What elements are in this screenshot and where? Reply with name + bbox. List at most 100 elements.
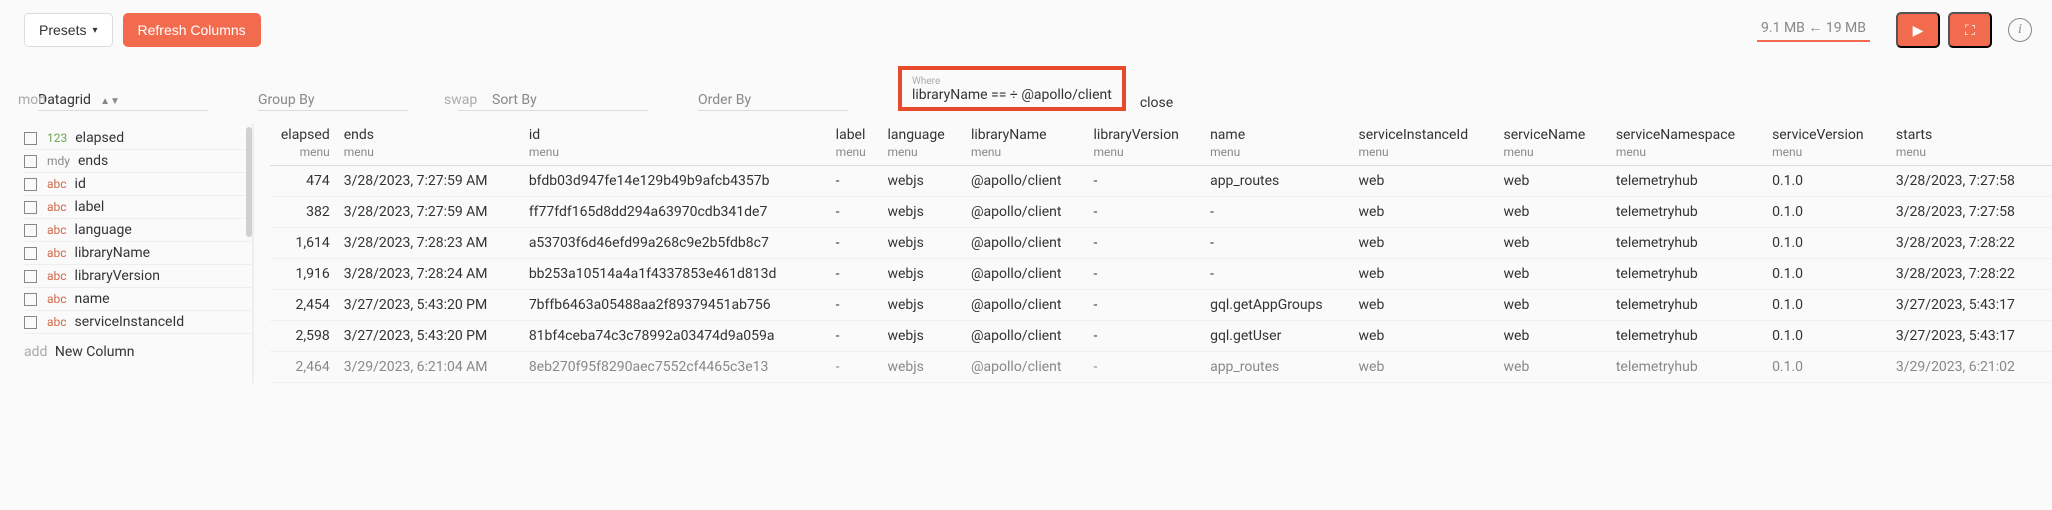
col-header-label: starts (1896, 127, 1932, 143)
col-header-label[interactable]: labelmenu (836, 123, 888, 166)
type-tag: 123 (47, 131, 67, 145)
col-header-language[interactable]: languagemenu (887, 123, 971, 166)
col-header-menu[interactable]: menu (1772, 143, 1882, 165)
add-ghost-label: add (24, 344, 47, 360)
col-header-menu[interactable]: menu (1359, 143, 1490, 165)
cell-language: webjs (887, 352, 971, 383)
col-header-name[interactable]: namemenu (1210, 123, 1358, 166)
cell-id: bfdb03d947fe14e129b49b9afcb4357b (529, 166, 836, 197)
cell-elapsed: 2,454 (270, 290, 344, 321)
column-picker-sidebar: 123elapsedmdyendsabcidabclabelabclanguag… (24, 123, 254, 383)
col-header-menu[interactable]: menu (971, 143, 1080, 165)
col-header-menu[interactable]: menu (1504, 143, 1602, 165)
order-by-input[interactable]: Order By (698, 92, 848, 111)
type-tag: abc (47, 315, 67, 329)
sidebar-item-id[interactable]: abcid (24, 173, 252, 196)
sidebar-item-libraryName[interactable]: abclibraryName (24, 242, 252, 265)
col-header-label: id (529, 127, 540, 143)
checkbox-icon[interactable] (24, 293, 37, 306)
col-header-elapsed[interactable]: elapsedmenu (270, 123, 344, 166)
cell-serviceVersion: 0.1.0 (1772, 321, 1896, 352)
checkbox-icon[interactable] (24, 155, 37, 168)
checkbox-icon[interactable] (24, 132, 37, 145)
cell-label: - (836, 166, 888, 197)
checkbox-icon[interactable] (24, 316, 37, 329)
info-icon[interactable]: i (2008, 18, 2032, 42)
sidebar-item-label: language (75, 222, 132, 238)
sidebar-item-name[interactable]: abcname (24, 288, 252, 311)
checkbox-icon[interactable] (24, 224, 37, 237)
table-row[interactable]: 2,4543/27/2023, 5:43:20 PM7bffb6463a0548… (270, 290, 2052, 321)
cell-serviceName: web (1504, 197, 1616, 228)
cell-ends: 3/28/2023, 7:28:23 AM (344, 228, 529, 259)
table-row[interactable]: 1,9163/28/2023, 7:28:24 AMbb253a10514a4a… (270, 259, 2052, 290)
play-button[interactable]: ▶ (1896, 12, 1940, 48)
refresh-columns-button[interactable]: Refresh Columns (123, 13, 261, 47)
sidebar-item-ends[interactable]: mdyends (24, 150, 252, 173)
type-tag: abc (47, 292, 67, 306)
expand-button[interactable]: ⛶ (1948, 12, 1992, 48)
col-header-label: libraryVersion (1094, 127, 1179, 143)
table-row[interactable]: 2,5983/27/2023, 5:43:20 PM81bf4ceba74c3c… (270, 321, 2052, 352)
where-filter[interactable]: Where libraryName == ÷ @apollo/client (898, 66, 1126, 111)
caret-down-icon: ▾ (92, 25, 97, 36)
col-header-libraryVersion[interactable]: libraryVersionmenu (1094, 123, 1211, 166)
col-header-libraryName[interactable]: libraryNamemenu (971, 123, 1094, 166)
checkbox-icon[interactable] (24, 247, 37, 260)
col-header-serviceInstanceId[interactable]: serviceInstanceIdmenu (1359, 123, 1504, 166)
col-header-id[interactable]: idmenu (529, 123, 836, 166)
add-column-button[interactable]: add New Column (24, 334, 252, 360)
cell-ends: 3/27/2023, 5:43:20 PM (344, 321, 529, 352)
table-row[interactable]: 1,6143/28/2023, 7:28:23 AMa53703f6d46efd… (270, 228, 2052, 259)
sidebar-item-label: libraryVersion (75, 268, 160, 284)
col-header-menu[interactable]: menu (1210, 143, 1344, 165)
table-row[interactable]: 2,4643/29/2023, 6:21:04 AM8eb270f95f8290… (270, 352, 2052, 383)
close-filter-button[interactable]: close (1140, 95, 1173, 111)
sidebar-item-label: elapsed (75, 130, 124, 146)
sidebar-item-elapsed[interactable]: 123 elapsed (24, 127, 252, 150)
presets-button[interactable]: Presets ▾ (24, 13, 113, 47)
sidebar-item-language[interactable]: abclanguage (24, 219, 252, 242)
col-header-menu[interactable]: menu (344, 143, 515, 165)
sidebar-item-label: serviceInstanceId (75, 314, 185, 330)
col-header-menu[interactable]: menu (1094, 143, 1197, 165)
checkbox-icon[interactable] (24, 201, 37, 214)
col-header-ends[interactable]: endsmenu (344, 123, 529, 166)
col-header-serviceVersion[interactable]: serviceVersionmenu (1772, 123, 1896, 166)
datagrid-select[interactable]: mon Datagrid ▲▼ (38, 92, 208, 111)
col-header-menu[interactable]: menu (1896, 143, 2038, 165)
presets-label: Presets (39, 22, 86, 38)
col-header-menu[interactable]: menu (270, 143, 330, 165)
col-header-starts[interactable]: startsmenu (1896, 123, 2052, 166)
cell-id: a53703f6d46efd99a268c9e2b5fdb8c7 (529, 228, 836, 259)
sidebar-item-libraryVersion[interactable]: abc libraryVersion (24, 265, 252, 288)
cell-id: 8eb270f95f8290aec7552cf4465c3e13 (529, 352, 836, 383)
table-row[interactable]: 3823/28/2023, 7:27:59 AMff77fdf165d8dd29… (270, 197, 2052, 228)
cell-id: 81bf4ceba74c3c78992a03474d9a059a (529, 321, 836, 352)
sort-by-input[interactable]: swap Sort By (458, 92, 648, 111)
col-header-menu[interactable]: menu (836, 143, 874, 165)
sort-by-placeholder: Sort By (492, 92, 537, 108)
type-tag: abc (47, 200, 67, 214)
col-header-menu[interactable]: menu (887, 143, 957, 165)
cell-ends: 3/29/2023, 6:21:04 AM (344, 352, 529, 383)
type-tag: abc (47, 269, 67, 283)
cell-starts: 3/28/2023, 7:28:22 (1896, 259, 2052, 290)
checkbox-icon[interactable] (24, 178, 37, 191)
checkbox-icon[interactable] (24, 270, 37, 283)
group-by-input[interactable]: Group By (258, 92, 408, 111)
cell-label: - (836, 321, 888, 352)
controls-row: mon Datagrid ▲▼ Group By swap Sort By Or… (0, 60, 2052, 123)
group-by-placeholder: Group By (258, 92, 315, 108)
col-header-serviceNamespace[interactable]: serviceNamespacemenu (1616, 123, 1772, 166)
sidebar-item-serviceInstanceId[interactable]: abc serviceInstanceId (24, 311, 252, 334)
data-table: elapsedmenuendsmenuidmenulabelmenulangua… (270, 123, 2052, 383)
col-header-menu[interactable]: menu (529, 143, 822, 165)
col-header-label: serviceVersion (1772, 127, 1864, 143)
table-row[interactable]: 4743/28/2023, 7:27:59 AMbfdb03d947fe14e1… (270, 166, 2052, 197)
col-header-menu[interactable]: menu (1616, 143, 1758, 165)
cell-libraryVersion: - (1094, 321, 1211, 352)
sidebar-item-label[interactable]: abclabel (24, 196, 252, 219)
refresh-columns-label: Refresh Columns (138, 22, 246, 38)
col-header-serviceName[interactable]: serviceNamemenu (1504, 123, 1616, 166)
